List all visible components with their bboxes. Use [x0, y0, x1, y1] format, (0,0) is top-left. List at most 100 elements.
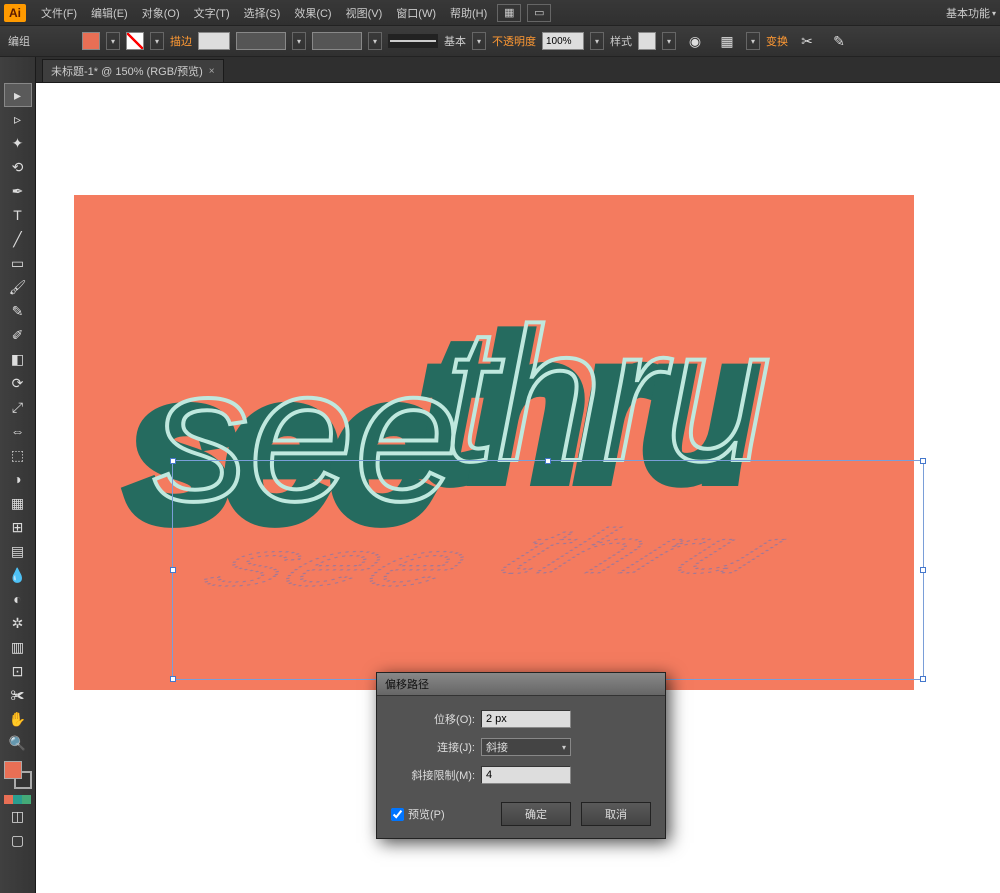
- blob-brush-tool[interactable]: ✐: [5, 324, 31, 346]
- brush-swatch[interactable]: [312, 32, 362, 50]
- menu-bar: Ai 文件(F) 编辑(E) 对象(O) 文字(T) 选择(S) 效果(C) 视…: [0, 0, 1000, 25]
- paintbrush-tool[interactable]: 🖌: [5, 276, 31, 298]
- opacity-input[interactable]: [542, 32, 584, 50]
- align-icon[interactable]: ▦: [714, 30, 740, 52]
- menu-help[interactable]: 帮助(H): [443, 5, 494, 21]
- zoom-tool[interactable]: 🔍: [5, 732, 31, 754]
- fill-dropdown[interactable]: [106, 32, 120, 50]
- free-transform-tool[interactable]: ⬚: [5, 444, 31, 466]
- resize-handle[interactable]: [920, 458, 926, 464]
- recolor-icon[interactable]: ◉: [682, 30, 708, 52]
- chevron-down-icon[interactable]: [992, 7, 996, 19]
- cancel-button[interactable]: 取消: [581, 802, 651, 826]
- resize-handle[interactable]: [545, 458, 551, 464]
- graph-tool[interactable]: ▥: [5, 636, 31, 658]
- scale-tool[interactable]: ⤢: [5, 396, 31, 418]
- eraser-tool[interactable]: ◧: [5, 348, 31, 370]
- brush-style-dropdown[interactable]: [472, 32, 486, 50]
- menu-object[interactable]: 对象(O): [135, 5, 187, 21]
- stroke-weight-input[interactable]: [198, 32, 230, 50]
- offset-input[interactable]: [481, 710, 571, 728]
- join-label: 连接(J):: [391, 739, 481, 755]
- app-logo: Ai: [4, 4, 26, 22]
- control-bar: 编组 描边 基本 不透明度 样式 ◉ ▦ 变换 ✂ ✎: [0, 25, 1000, 57]
- resize-handle[interactable]: [920, 676, 926, 682]
- align-dropdown[interactable]: [746, 32, 760, 50]
- slice-tool[interactable]: ✀: [5, 684, 31, 706]
- brush-dropdown[interactable]: [368, 32, 382, 50]
- selection-tool[interactable]: ▸: [5, 84, 31, 106]
- profile-dropdown[interactable]: [292, 32, 306, 50]
- transform-link[interactable]: 变换: [766, 33, 788, 49]
- menu-view[interactable]: 视图(V): [339, 5, 390, 21]
- stroke-dropdown[interactable]: [150, 32, 164, 50]
- hand-tool[interactable]: ✋: [5, 708, 31, 730]
- edit-icon[interactable]: ✎: [826, 30, 852, 52]
- document-tab-bar: 未标题-1* @ 150% (RGB/预览) ×: [0, 57, 1000, 83]
- line-tool[interactable]: ╱: [5, 228, 31, 250]
- document-tab[interactable]: 未标题-1* @ 150% (RGB/预览) ×: [42, 59, 224, 82]
- magic-wand-tool[interactable]: ✦: [5, 132, 31, 154]
- chevron-down-icon: [562, 741, 566, 753]
- rotate-tool[interactable]: ⟳: [5, 372, 31, 394]
- artboard: see thru see thru see thru: [74, 195, 914, 690]
- fill-stroke-indicator[interactable]: [4, 761, 32, 789]
- perspective-tool[interactable]: ▦: [5, 492, 31, 514]
- bridge-icon[interactable]: ▦: [497, 4, 521, 22]
- resize-handle[interactable]: [170, 676, 176, 682]
- miter-label: 斜接限制(M):: [391, 767, 481, 783]
- menu-type[interactable]: 文字(T): [187, 5, 237, 21]
- menu-select[interactable]: 选择(S): [237, 5, 288, 21]
- graphic-style[interactable]: [638, 32, 656, 50]
- artboard-tool[interactable]: ⊡: [5, 660, 31, 682]
- dialog-title[interactable]: 偏移路径: [377, 673, 665, 696]
- width-tool[interactable]: ⇔: [5, 420, 31, 442]
- resize-handle[interactable]: [170, 458, 176, 464]
- gradient-tool[interactable]: ▤: [5, 540, 31, 562]
- draw-mode[interactable]: ◫: [5, 805, 31, 827]
- direct-selection-tool[interactable]: ▹: [5, 108, 31, 130]
- stroke-link[interactable]: 描边: [170, 33, 192, 49]
- menu-file[interactable]: 文件(F): [34, 5, 84, 21]
- tool-panel: ▸ ▹ ✦ ⟲ ✒ T ╱ ▭ 🖌 ✎ ✐ ◧ ⟳ ⤢ ⇔ ⬚ ◑ ▦ ⊞ ▤ …: [0, 57, 36, 893]
- symbol-sprayer-tool[interactable]: ✲: [5, 612, 31, 634]
- preview-check-input[interactable]: [391, 808, 404, 821]
- screen-mode[interactable]: ▢: [5, 829, 31, 851]
- rectangle-tool[interactable]: ▭: [5, 252, 31, 274]
- miter-input[interactable]: [481, 766, 571, 784]
- menu-window[interactable]: 窗口(W): [389, 5, 443, 21]
- resize-handle[interactable]: [170, 567, 176, 573]
- shape-builder-tool[interactable]: ◑: [5, 468, 31, 490]
- brush-style-label: 基本: [444, 33, 466, 49]
- join-select[interactable]: 斜接: [481, 738, 571, 756]
- menu-effect[interactable]: 效果(C): [287, 5, 338, 21]
- fill-swatch[interactable]: [82, 32, 100, 50]
- eyedropper-tool[interactable]: 💧: [5, 564, 31, 586]
- stroke-swatch[interactable]: [126, 32, 144, 50]
- preview-label: 预览(P): [408, 806, 445, 822]
- blend-tool[interactable]: ◐: [5, 588, 31, 610]
- pen-tool[interactable]: ✒: [5, 180, 31, 202]
- preview-checkbox[interactable]: 预览(P): [391, 806, 491, 822]
- style-label: 样式: [610, 33, 632, 49]
- opacity-dropdown[interactable]: [590, 32, 604, 50]
- opacity-link[interactable]: 不透明度: [492, 33, 536, 49]
- ok-button[interactable]: 确定: [501, 802, 571, 826]
- resize-handle[interactable]: [920, 567, 926, 573]
- stroke-profile[interactable]: [236, 32, 286, 50]
- arrange-icon[interactable]: ▭: [527, 4, 551, 22]
- brush-definition[interactable]: [388, 34, 438, 48]
- style-dropdown[interactable]: [662, 32, 676, 50]
- selection-type-label: 编组: [8, 33, 30, 49]
- workspace-switcher[interactable]: 基本功能: [946, 5, 990, 21]
- lasso-tool[interactable]: ⟲: [5, 156, 31, 178]
- close-icon[interactable]: ×: [209, 66, 215, 77]
- mesh-tool[interactable]: ⊞: [5, 516, 31, 538]
- color-mode-row[interactable]: [4, 795, 31, 804]
- pencil-tool[interactable]: ✎: [5, 300, 31, 322]
- offset-label: 位移(O):: [391, 711, 481, 727]
- type-tool[interactable]: T: [5, 204, 31, 226]
- isolate-icon[interactable]: ✂: [794, 30, 820, 52]
- selection-bounding-box[interactable]: [172, 460, 924, 680]
- menu-edit[interactable]: 编辑(E): [84, 5, 135, 21]
